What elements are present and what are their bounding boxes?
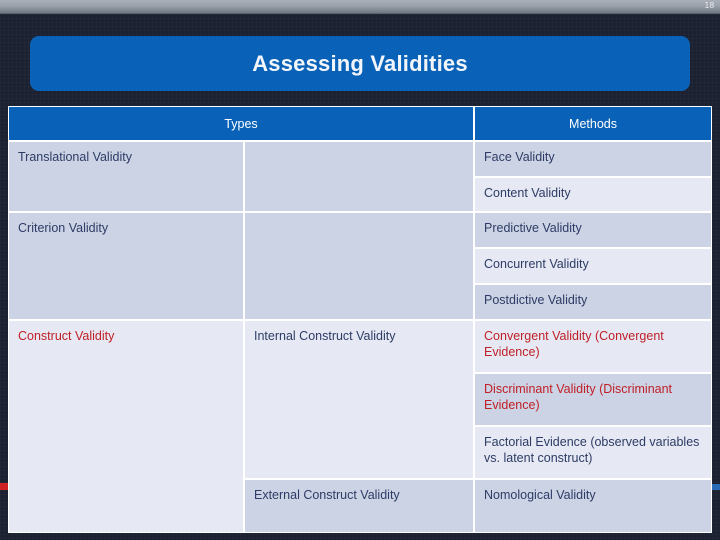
validity-method-cell: Convergent Validity (Convergent Evidence… xyxy=(474,319,713,373)
validity-subtype-cell xyxy=(244,212,475,320)
validity-subtype-cell xyxy=(244,141,475,213)
validity-method-cell: Concurrent Validity xyxy=(474,248,713,284)
page-number: 18 xyxy=(704,1,714,10)
slide-canvas: 18 Assessing Validities Types Methods Tr… xyxy=(0,0,720,540)
slide-title-banner: Assessing Validities xyxy=(30,36,690,91)
validity-type-cell: Criterion Validity xyxy=(8,212,244,320)
validity-method-cell: Factorial Evidence (observed variables v… xyxy=(474,425,713,479)
table-row: Criterion Validity Predictive Validity xyxy=(8,212,713,320)
column-header-types: Types xyxy=(8,106,475,141)
top-chrome-strip: 18 xyxy=(0,0,720,14)
slide-title: Assessing Validities xyxy=(252,50,468,76)
column-header-methods: Methods xyxy=(474,106,713,141)
validity-table: Types Methods Translational Validity Face… xyxy=(8,106,713,533)
validity-method-cell: Postdictive Validity xyxy=(474,283,713,320)
validity-method-cell: Face Validity xyxy=(474,141,713,177)
table-header-row: Types Methods xyxy=(8,106,713,141)
validity-subtype-cell: Internal Construct Validity xyxy=(244,319,475,479)
validity-type-cell: Construct Validity xyxy=(8,319,244,533)
validity-method-cell: Discriminant Validity (Discriminant Evid… xyxy=(474,372,713,426)
table-row: Construct Validity Internal Construct Val… xyxy=(8,319,713,533)
table-row: Translational Validity Face Validity xyxy=(8,141,713,213)
validity-subtype-cell: External Construct Validity xyxy=(244,478,475,533)
validity-method-cell: Nomological Validity xyxy=(474,478,713,533)
validity-type-cell: Translational Validity xyxy=(8,141,244,213)
validity-method-cell: Predictive Validity xyxy=(474,212,713,249)
validity-method-cell: Content Validity xyxy=(474,176,713,213)
